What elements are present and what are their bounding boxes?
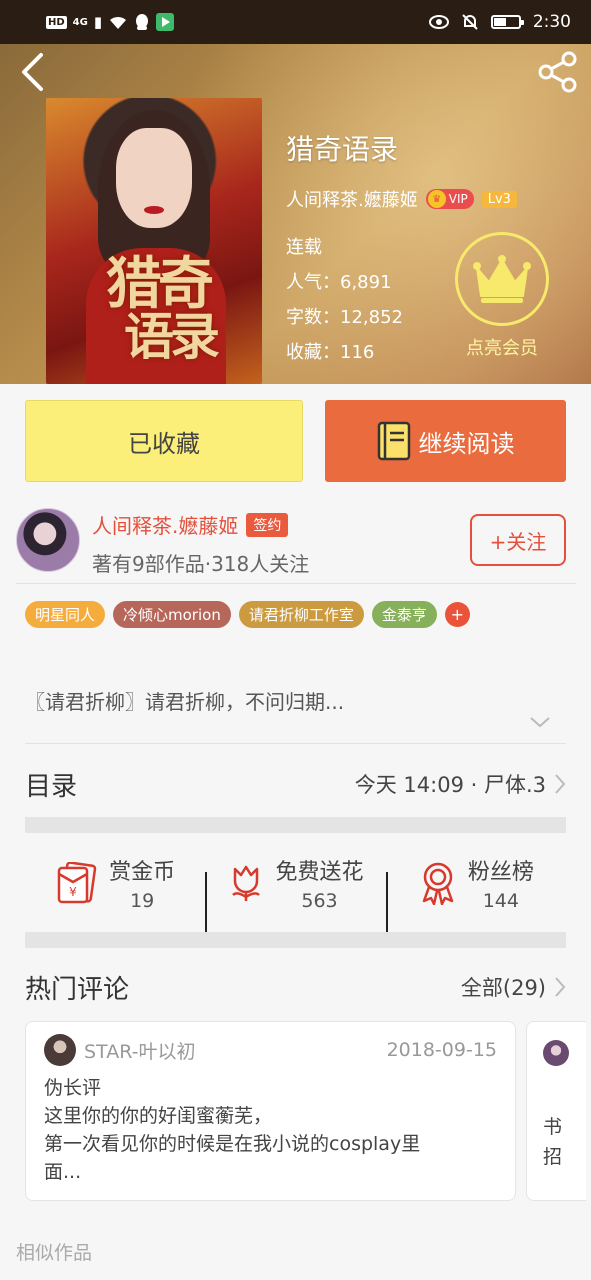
hot-comments-title: 热门评论	[25, 974, 130, 1005]
latest-chapter: 今天 14:09 · 尸体.3	[354, 773, 546, 797]
free-flower-button[interactable]: 免费送花 563	[205, 854, 385, 934]
commenter-avatar[interactable]	[44, 1034, 76, 1066]
chevron-right-icon	[555, 977, 566, 997]
vip-badge: ♛ VIP	[425, 189, 474, 209]
member-label: 点亮会员	[466, 338, 538, 359]
hd-indicator: HD	[46, 15, 67, 29]
all-comments-link[interactable]: 全部(29)	[461, 972, 566, 1002]
book-intro[interactable]: 〖请君折柳〗请君折柳，不问归期...	[25, 686, 344, 715]
reward-label: 免费送花	[275, 860, 364, 885]
share-icon	[538, 51, 577, 93]
chevron-left-icon	[22, 53, 43, 91]
tag-item[interactable]: 冷倾心morion	[113, 601, 231, 628]
tag-list: 明星同人 冷倾心morion 请君折柳工作室 金泰亨 +	[25, 601, 470, 628]
status-bar: HD 4G ▮ 2:30	[0, 0, 591, 44]
action-bar: 已收藏 继续阅读	[25, 400, 566, 482]
add-tag-button[interactable]: +	[444, 602, 470, 627]
book-author[interactable]: 人间释茶.嬷藤姬	[286, 186, 418, 212]
expand-intro-button[interactable]	[528, 714, 552, 730]
book-author-row: 人间释茶.嬷藤姬 ♛ VIP Lv3	[286, 186, 517, 212]
divider	[25, 743, 566, 744]
all-comments-label: 全部(29)	[460, 976, 546, 1000]
author-avatar[interactable]	[16, 508, 80, 572]
battery-icon	[490, 15, 524, 29]
book-header: 猎奇 语录 猎奇语录 人间释茶.嬷藤姬 ♛ VIP Lv3 连载 人气：6,89…	[0, 44, 591, 384]
comment-line: 面...	[44, 1161, 82, 1183]
favorited-button[interactable]: 已收藏	[25, 400, 303, 482]
comment-body: 伪长评 这里你的你的好闺蜜蘅芜， 第一次看见你的时候是在我小说的cosplay里…	[44, 1074, 497, 1186]
comment-card[interactable]: STAR-叶以初 2018-09-15 伪长评 这里你的你的好闺蜜蘅芜， 第一次…	[25, 1021, 516, 1201]
vip-label: VIP	[448, 192, 468, 206]
reward-coins-button[interactable]: ¥ 赏金币 19	[25, 854, 205, 912]
signal-icon: ▮	[93, 13, 103, 31]
red-envelope-icon: ¥	[57, 862, 97, 904]
author-stats: 著有9部作品·318人关注	[92, 552, 310, 576]
reward-count: 19	[130, 890, 155, 912]
wifi-icon	[110, 16, 127, 29]
cover-lips	[144, 206, 164, 214]
medal-icon	[422, 862, 454, 905]
back-button[interactable]	[14, 52, 50, 92]
cover-title-line2: 语录	[124, 307, 220, 366]
section-divider	[25, 932, 566, 948]
signed-badge: 签约	[246, 512, 289, 537]
comment-card-next[interactable]: 书招	[526, 1021, 586, 1201]
eye-icon	[428, 15, 449, 29]
book-title: 猎奇语录	[286, 133, 399, 166]
author-name-row: 人间释茶.嬷藤姬 签约	[92, 510, 289, 539]
qq-icon	[136, 14, 149, 30]
tag-item[interactable]: 明星同人	[25, 601, 106, 628]
section-divider	[25, 817, 566, 833]
similar-works-title: 相似作品	[16, 1242, 93, 1264]
book-cover[interactable]: 猎奇 语录	[46, 98, 262, 384]
share-button[interactable]	[537, 50, 581, 94]
reward-bar: ¥ 赏金币 19 免费送花 563 粉丝榜 144	[25, 834, 566, 934]
chevron-right-icon	[555, 774, 566, 794]
vip-crown-icon: ♛	[427, 190, 446, 208]
svg-text:¥: ¥	[69, 885, 77, 899]
chevron-down-icon	[530, 717, 550, 728]
reward-label: 粉丝榜	[467, 860, 534, 885]
fan-ranking-button[interactable]: 粉丝榜 144	[385, 854, 566, 934]
member-button[interactable]: 点亮会员	[455, 232, 549, 360]
comment-header: STAR-叶以初 2018-09-15	[44, 1032, 497, 1068]
comment-line: 这里你的你的好闺蜜蘅芜，	[44, 1105, 273, 1127]
tag-item[interactable]: 请君折柳工作室	[238, 601, 364, 628]
cover-title-line1: 猎奇	[106, 251, 214, 317]
hot-comments-header: 热门评论 全部(29)	[25, 965, 566, 1009]
mute-bell-icon	[462, 14, 478, 30]
comment-line: 第一次看见你的时候是在我小说的cosplay里	[44, 1133, 421, 1155]
reward-count: 144	[482, 890, 519, 912]
member-circle	[455, 232, 549, 326]
flower-icon	[232, 865, 261, 901]
comment-peek-text: 书招	[543, 1116, 563, 1168]
tag-item[interactable]: 金泰亨	[371, 601, 437, 628]
commenter-avatar	[543, 1040, 569, 1066]
author-card: 人间释茶.嬷藤姬 签约 著有9部作品·318人关注 +关注	[16, 498, 576, 584]
reward-label: 赏金币	[109, 860, 176, 885]
continue-reading-label: 继续阅读	[418, 429, 515, 458]
catalog-row[interactable]: 目录 今天 14:09 · 尸体.3	[25, 760, 566, 808]
play-store-icon	[156, 13, 175, 31]
follow-button[interactable]: +关注	[470, 514, 566, 566]
commenter-name[interactable]: STAR-叶以初	[84, 1037, 195, 1064]
level-badge: Lv3	[481, 190, 517, 208]
catalog-label: 目录	[25, 771, 78, 802]
catalog-update: 今天 14:09 · 尸体.3	[355, 769, 566, 799]
continue-reading-button[interactable]: 继续阅读	[325, 400, 566, 482]
book-icon	[377, 421, 410, 461]
author-name[interactable]: 人间释茶.嬷藤姬	[92, 510, 238, 539]
comment-date: 2018-09-15	[386, 1039, 497, 1061]
reward-count: 563	[301, 890, 338, 912]
crown-icon	[473, 255, 531, 303]
comment-line: 伪长评	[44, 1077, 102, 1099]
network-indicator: 4G	[72, 16, 88, 28]
clock: 2:30	[532, 12, 571, 32]
